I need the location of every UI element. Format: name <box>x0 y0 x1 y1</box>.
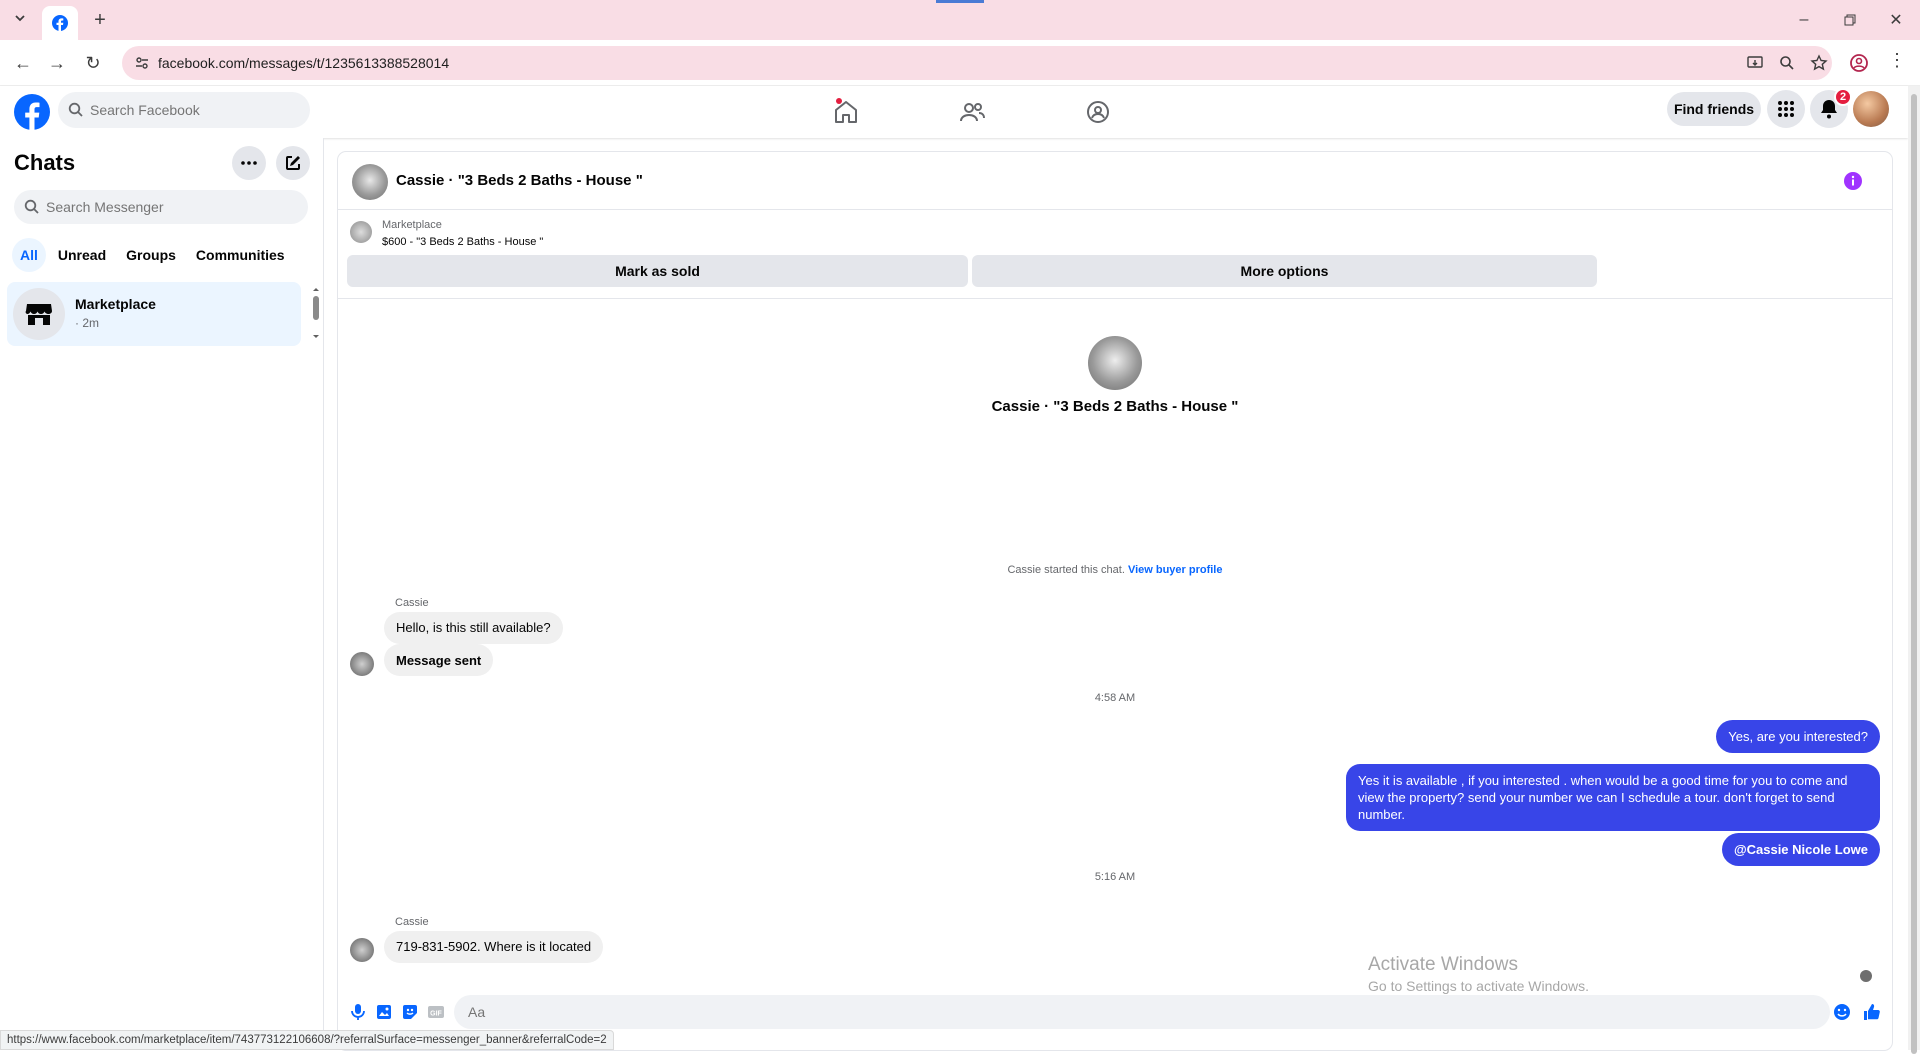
new-tab-button[interactable]: + <box>88 8 112 32</box>
message-composer: GIF <box>338 990 1892 1034</box>
bookmark-star-icon[interactable] <box>1810 54 1828 72</box>
more-horizontal-icon <box>241 161 257 165</box>
close-window-button[interactable]: ✕ <box>1876 6 1916 34</box>
facebook-search-input[interactable] <box>90 92 300 128</box>
conversation-center-avatar[interactable] <box>1088 336 1142 390</box>
chat-started-notice: Cassie started this chat. View buyer pro… <box>338 564 1892 576</box>
profile-avatar[interactable] <box>1853 91 1889 127</box>
marketplace-listing-banner: Marketplace $600 - "3 Beds 2 Baths - Hou… <box>338 211 1892 299</box>
find-friends-button[interactable]: Find friends <box>1667 92 1761 126</box>
search-icon <box>68 102 83 117</box>
chat-filter-tabs: All Unread Groups Communities <box>12 238 293 272</box>
conversation-center-name: Cassie · "3 Beds 2 Baths - House " <box>991 398 1239 415</box>
facebook-search[interactable] <box>58 92 310 128</box>
started-text: Cassie started this chat. <box>1007 564 1125 576</box>
filter-unread[interactable]: Unread <box>50 238 114 272</box>
timestamp: 4:58 AM <box>1094 692 1136 704</box>
emoji-icon[interactable] <box>1832 1002 1852 1022</box>
menu-grid-button[interactable] <box>1767 90 1805 128</box>
gif-icon[interactable]: GIF <box>426 1002 446 1022</box>
message-input[interactable] <box>468 995 1768 1029</box>
install-app-icon[interactable] <box>1746 54 1764 72</box>
facebook-favicon-icon <box>52 15 68 31</box>
chats-sidebar: Chats All Unread Groups Communities Mark… <box>0 138 324 1050</box>
photo-icon[interactable] <box>374 1002 394 1022</box>
chat-name: Marketplace <box>75 296 156 312</box>
sender-avatar[interactable] <box>350 938 374 962</box>
restore-button[interactable] <box>1830 6 1870 34</box>
groups-icon[interactable] <box>1084 98 1112 126</box>
chats-options-button[interactable] <box>232 146 266 180</box>
microphone-icon[interactable] <box>348 1002 368 1022</box>
windows-activation-watermark: Activate Windows Go to Settings to activ… <box>1368 954 1589 994</box>
forward-button[interactable]: → <box>44 51 70 75</box>
tab-list-chevron-icon[interactable] <box>8 6 32 30</box>
friends-icon[interactable] <box>958 98 986 126</box>
messenger-search[interactable] <box>14 190 308 224</box>
thumbs-up-icon[interactable] <box>1862 1002 1882 1022</box>
incoming-message[interactable]: 719-831-5902. Where is it located <box>384 931 604 963</box>
outgoing-message[interactable]: Yes it is available , if you interested … <box>1346 764 1880 831</box>
compose-icon <box>286 156 300 170</box>
zoom-icon[interactable] <box>1778 54 1796 72</box>
more-options-button[interactable]: More options <box>972 255 1597 287</box>
watermark-line1: Activate Windows <box>1368 954 1518 975</box>
incoming-message-sent-card[interactable]: Message sent <box>384 644 494 676</box>
messenger-search-input[interactable] <box>46 190 296 224</box>
marketplace-store-icon <box>25 304 52 325</box>
chat-list-scrollbar[interactable] <box>310 286 322 340</box>
view-buyer-profile-link[interactable]: View buyer profile <box>1128 564 1223 576</box>
browser-profile-icon[interactable] <box>1850 54 1868 72</box>
sender-name: Cassie <box>395 916 429 928</box>
link-preview-status-bar: https://www.facebook.com/marketplace/ite… <box>0 1030 614 1050</box>
new-message-button[interactable] <box>276 146 310 180</box>
listing-category: Marketplace <box>382 219 442 231</box>
info-icon[interactable] <box>1844 172 1862 190</box>
facebook-header: Find friends 2 <box>0 86 1908 138</box>
address-bar[interactable]: facebook.com/messages/t/1235613388528014 <box>122 46 1832 80</box>
site-settings-icon[interactable] <box>134 55 150 71</box>
minimize-button[interactable]: – <box>1784 6 1824 34</box>
tab-accent-bar <box>936 0 984 3</box>
chat-time: · 2m <box>75 316 99 330</box>
conversation-header: Cassie · "3 Beds 2 Baths - House " <box>338 152 1892 210</box>
page-scrollbar[interactable] <box>1908 86 1920 1054</box>
conversation-avatar[interactable] <box>352 164 388 200</box>
back-button[interactable]: ← <box>10 51 36 75</box>
sender-avatar[interactable] <box>350 652 374 676</box>
home-notification-dot <box>836 98 842 104</box>
outgoing-mention-message[interactable]: @Cassie Nicole Lowe <box>1721 833 1880 866</box>
message-input-wrapper[interactable] <box>454 995 1830 1029</box>
conversation-title[interactable]: Cassie · "3 Beds 2 Baths - House " <box>396 172 643 189</box>
browser-menu-icon[interactable]: ⋮ <box>1888 50 1906 71</box>
facebook-logo-icon[interactable] <box>14 94 50 130</box>
reload-button[interactable]: ↻ <box>80 51 106 75</box>
filter-all[interactable]: All <box>12 238 46 272</box>
listing-price-title[interactable]: $600 - "3 Beds 2 Baths - House " <box>382 236 543 248</box>
browser-tab-facebook[interactable] <box>42 6 78 40</box>
svg-text:GIF: GIF <box>430 1011 442 1018</box>
chat-list-item-marketplace[interactable]: Marketplace · 2m <box>7 282 301 346</box>
read-receipt-avatar-icon <box>1860 970 1872 982</box>
browser-toolbar: ← → ↻ facebook.com/messages/t/1235613388… <box>0 40 1920 86</box>
browser-tab-strip: + – ✕ <box>0 0 1920 40</box>
outgoing-message[interactable]: Yes, are you interested? <box>1716 720 1880 753</box>
marketplace-avatar <box>13 288 65 340</box>
incoming-message[interactable]: Hello, is this still available? <box>384 612 563 644</box>
sticker-icon[interactable] <box>400 1002 420 1022</box>
listing-thumbnail[interactable] <box>350 221 372 243</box>
filter-communities[interactable]: Communities <box>188 238 293 272</box>
sender-name: Cassie <box>395 597 429 609</box>
filter-groups[interactable]: Groups <box>118 238 184 272</box>
grid-menu-icon <box>1778 101 1794 117</box>
search-icon <box>24 199 39 214</box>
url-text[interactable]: facebook.com/messages/t/1235613388528014 <box>158 55 449 71</box>
notification-count-badge: 2 <box>1834 88 1852 106</box>
mark-as-sold-button[interactable]: Mark as sold <box>347 255 968 287</box>
timestamp: 5:16 AM <box>1094 871 1136 883</box>
chats-title: Chats <box>14 150 76 175</box>
conversation-panel: Cassie · "3 Beds 2 Baths - House " Marke… <box>338 152 1892 1050</box>
